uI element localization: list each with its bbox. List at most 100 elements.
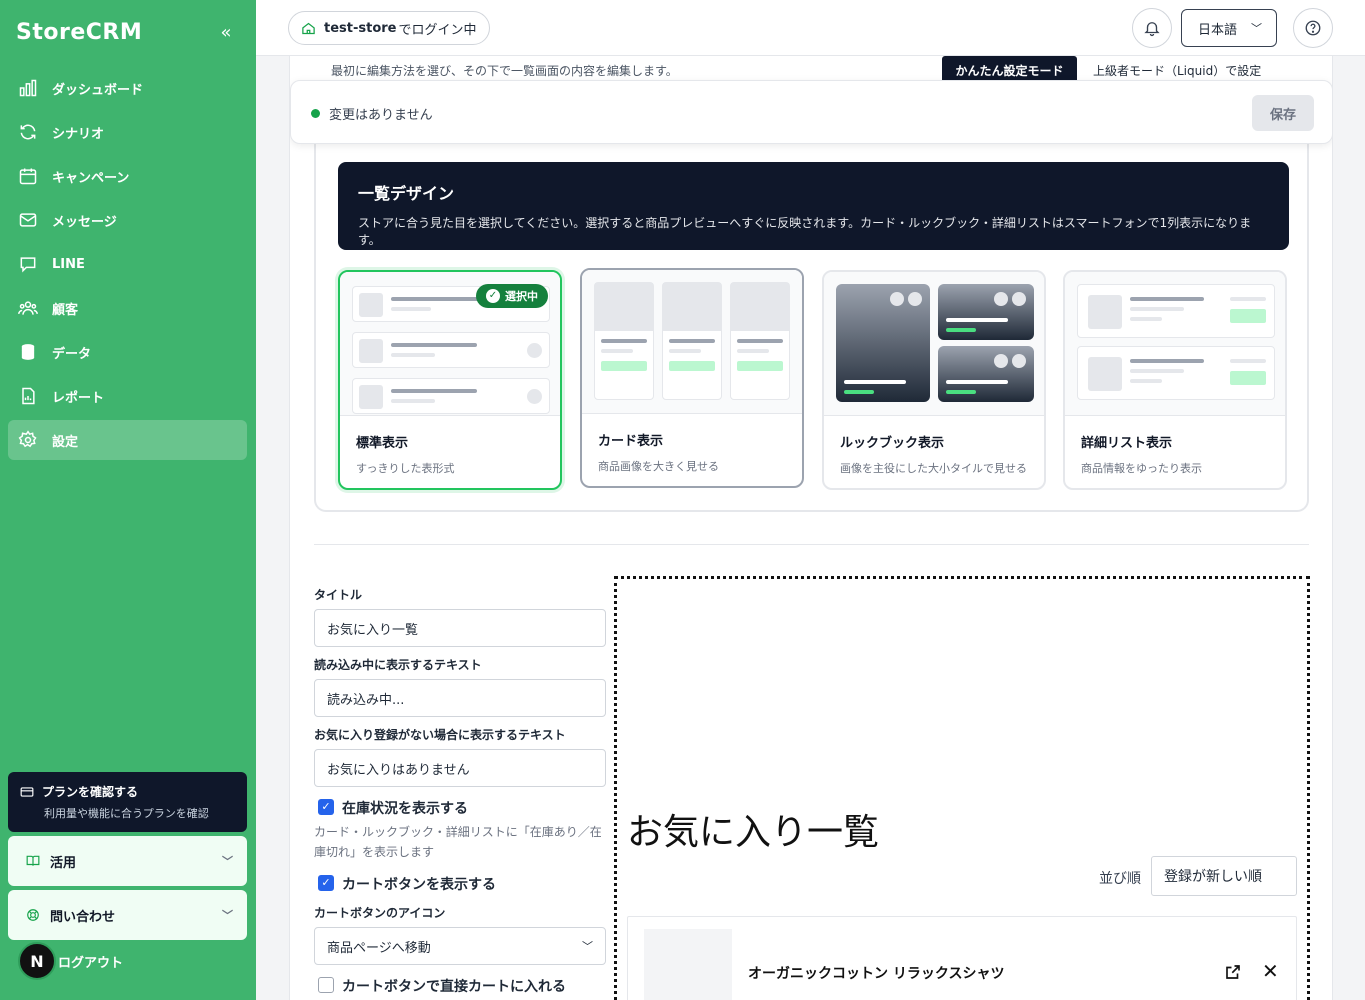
gear-icon (18, 430, 37, 448)
sidebar-item-campaign[interactable]: キャンペーン (8, 156, 247, 196)
preview-row (1077, 346, 1275, 400)
external-link-icon[interactable] (1224, 963, 1242, 981)
design-option-name: 詳細リスト表示 (1081, 436, 1173, 451)
design-description: ストアに合う見た目を選択してください。選択すると商品プレビューへすぐに反映されま… (358, 216, 1252, 247)
main-content: 最初に編集方法を選び、その下で一覧画面の内容を編集します。 かんたん設定モード … (289, 56, 1333, 1000)
loading-input-value: 読み込み中... (327, 692, 405, 708)
chevron-down-icon: ﹀ (222, 855, 233, 868)
store-indicator[interactable]: test-store でログイン中 (288, 11, 490, 45)
sidebar-item-scenario[interactable]: シナリオ (8, 112, 247, 152)
bell-icon (1144, 22, 1160, 37)
product-thumbnail (644, 929, 732, 1000)
sidebar-item-message[interactable]: メッセージ (8, 200, 247, 240)
design-header: 一覧デザイン ストアに合う見た目を選択してください。選択すると商品プレビューへす… (338, 162, 1289, 250)
title-input-value: お気に入り一覧 (327, 622, 419, 638)
sidebar-item-settings[interactable]: 設定 (8, 420, 247, 460)
empty-input-value: お気に入りはありません (327, 762, 470, 778)
sidebar-item-label: キャンペーン (52, 170, 130, 186)
accordion-label: 問い合わせ (50, 909, 116, 925)
preview-row (1077, 284, 1275, 338)
close-icon[interactable]: ✕ (1262, 961, 1279, 981)
preview-row (352, 378, 550, 414)
sidebar-item-label: ダッシュボード (52, 82, 144, 98)
help-icon (1305, 20, 1321, 36)
intro-text: 最初に編集方法を選び、その下で一覧画面の内容を編集します。 (331, 64, 678, 78)
preview-title: お気に入り一覧 (627, 812, 880, 853)
sidebar-item-label: 設定 (52, 434, 79, 450)
empty-input[interactable]: お気に入りはありません (314, 749, 606, 787)
accordion-usage[interactable]: 活用 ﹀ (8, 836, 247, 886)
loading-label: 読み込み中に表示するテキスト (314, 658, 482, 672)
database-icon (20, 343, 36, 361)
stock-checkbox[interactable]: ✓ (318, 799, 334, 815)
title-input[interactable]: お気に入り一覧 (314, 609, 606, 647)
home-icon (302, 22, 315, 34)
design-option-desc: 商品画像を大きく見せる (598, 460, 719, 473)
sidebar-item-customers[interactable]: 顧客 (8, 288, 247, 328)
cart-checkbox[interactable]: ✓ (318, 875, 334, 891)
empty-label: お気に入り登録がない場合に表示するテキスト (314, 728, 566, 742)
accordion-contact[interactable]: 問い合わせ ﹀ (8, 890, 247, 940)
sidebar-item-line[interactable]: LINE (8, 244, 247, 284)
credit-card-icon (20, 786, 34, 797)
sidebar-item-label: シナリオ (52, 126, 105, 142)
list-preview: お気に入り一覧 並び順 登録が新しい順 オーガニックコットン リラックスシャツ … (614, 576, 1310, 1000)
plan-card[interactable]: プランを確認する 利用量や機能に合うプランを確認 (8, 772, 247, 832)
language-value: 日本語 (1198, 22, 1238, 38)
design-option-desc: 商品情報をゆったり表示 (1081, 462, 1202, 475)
selected-badge-label: 選択中 (505, 290, 538, 303)
design-option-detail-list[interactable]: 詳細リスト表示 商品情報をゆったり表示 (1063, 270, 1287, 490)
help-button[interactable] (1293, 8, 1333, 48)
chart-icon (19, 79, 37, 97)
direct-cart-checkbox-label: カートボタンで直接カートに入れる (342, 979, 566, 995)
tab-advanced-mode[interactable]: 上級者モード（Liquid）で設定 (1093, 62, 1261, 79)
sort-select[interactable]: 登録が新しい順 (1151, 856, 1297, 896)
preview-card (662, 282, 722, 400)
design-option-name: カード表示 (598, 434, 664, 449)
preview-tile (938, 346, 1034, 402)
design-option-card[interactable]: カード表示 商品画像を大きく見せる (580, 268, 804, 488)
book-icon (26, 855, 40, 866)
sort-value: 登録が新しい順 (1164, 869, 1262, 885)
users-icon (18, 301, 38, 315)
chat-icon (20, 257, 36, 273)
sidebar: StoreCRM « ダッシュボード シナリオ キャンペーン メッセージ LIN… (0, 0, 256, 1000)
cart-checkbox-label: カートボタンを表示する (342, 877, 496, 893)
standard-preview: ✓ 選択中 (340, 272, 560, 416)
title-label: タイトル (314, 588, 363, 602)
chevron-down-icon: ﹀ (1251, 22, 1262, 35)
sidebar-item-dashboard[interactable]: ダッシュボード (8, 68, 247, 108)
design-option-name: ルックブック表示 (840, 436, 945, 451)
lookbook-preview (824, 272, 1044, 416)
loading-input[interactable]: 読み込み中... (314, 679, 606, 717)
sidebar-item-label: 顧客 (52, 302, 79, 318)
save-button[interactable]: 保存 (1252, 95, 1314, 131)
calendar-icon (19, 168, 37, 185)
logout-button[interactable]: N ログアウト (18, 942, 123, 980)
product-name: オーガニックコットン リラックスシャツ (748, 966, 1005, 982)
preview-row (352, 332, 550, 368)
avatar[interactable]: N (18, 942, 56, 980)
list-item: オーガニックコットン リラックスシャツ ✕ (627, 916, 1297, 1000)
sidebar-item-label: レポート (52, 390, 105, 406)
cart-icon-label: カートボタンのアイコン (314, 906, 446, 920)
stock-help: カード・ルックブック・詳細リストに「在庫あり／在庫切れ」を表示します (314, 825, 602, 859)
check-icon: ✓ (486, 289, 500, 303)
mail-icon (19, 213, 37, 227)
design-option-lookbook[interactable]: ルックブック表示 画像を主役にした大小タイルで見せる (822, 270, 1046, 490)
chevron-down-icon: ﹀ (222, 909, 233, 922)
sidebar-nav: ダッシュボード シナリオ キャンペーン メッセージ LINE 顧客 データ レポ… (8, 68, 247, 464)
brand-logo: StoreCRM (16, 20, 143, 45)
status-dot (311, 109, 320, 118)
language-select[interactable]: 日本語 ﹀ (1181, 9, 1277, 47)
cart-icon-select[interactable]: 商品ページへ移動 ﹀ (314, 927, 606, 965)
sidebar-item-report[interactable]: レポート (8, 376, 247, 416)
save-status: 変更はありません (329, 108, 433, 123)
direct-cart-checkbox[interactable] (318, 977, 334, 993)
collapse-sidebar-icon[interactable]: « (216, 22, 236, 44)
sidebar-item-label: データ (52, 346, 92, 362)
notification-button[interactable] (1132, 8, 1172, 48)
sidebar-item-data[interactable]: データ (8, 332, 247, 372)
design-option-standard[interactable]: ✓ 選択中 標準表示 すっきりした表形式 (338, 270, 562, 490)
preview-tile (836, 284, 930, 402)
